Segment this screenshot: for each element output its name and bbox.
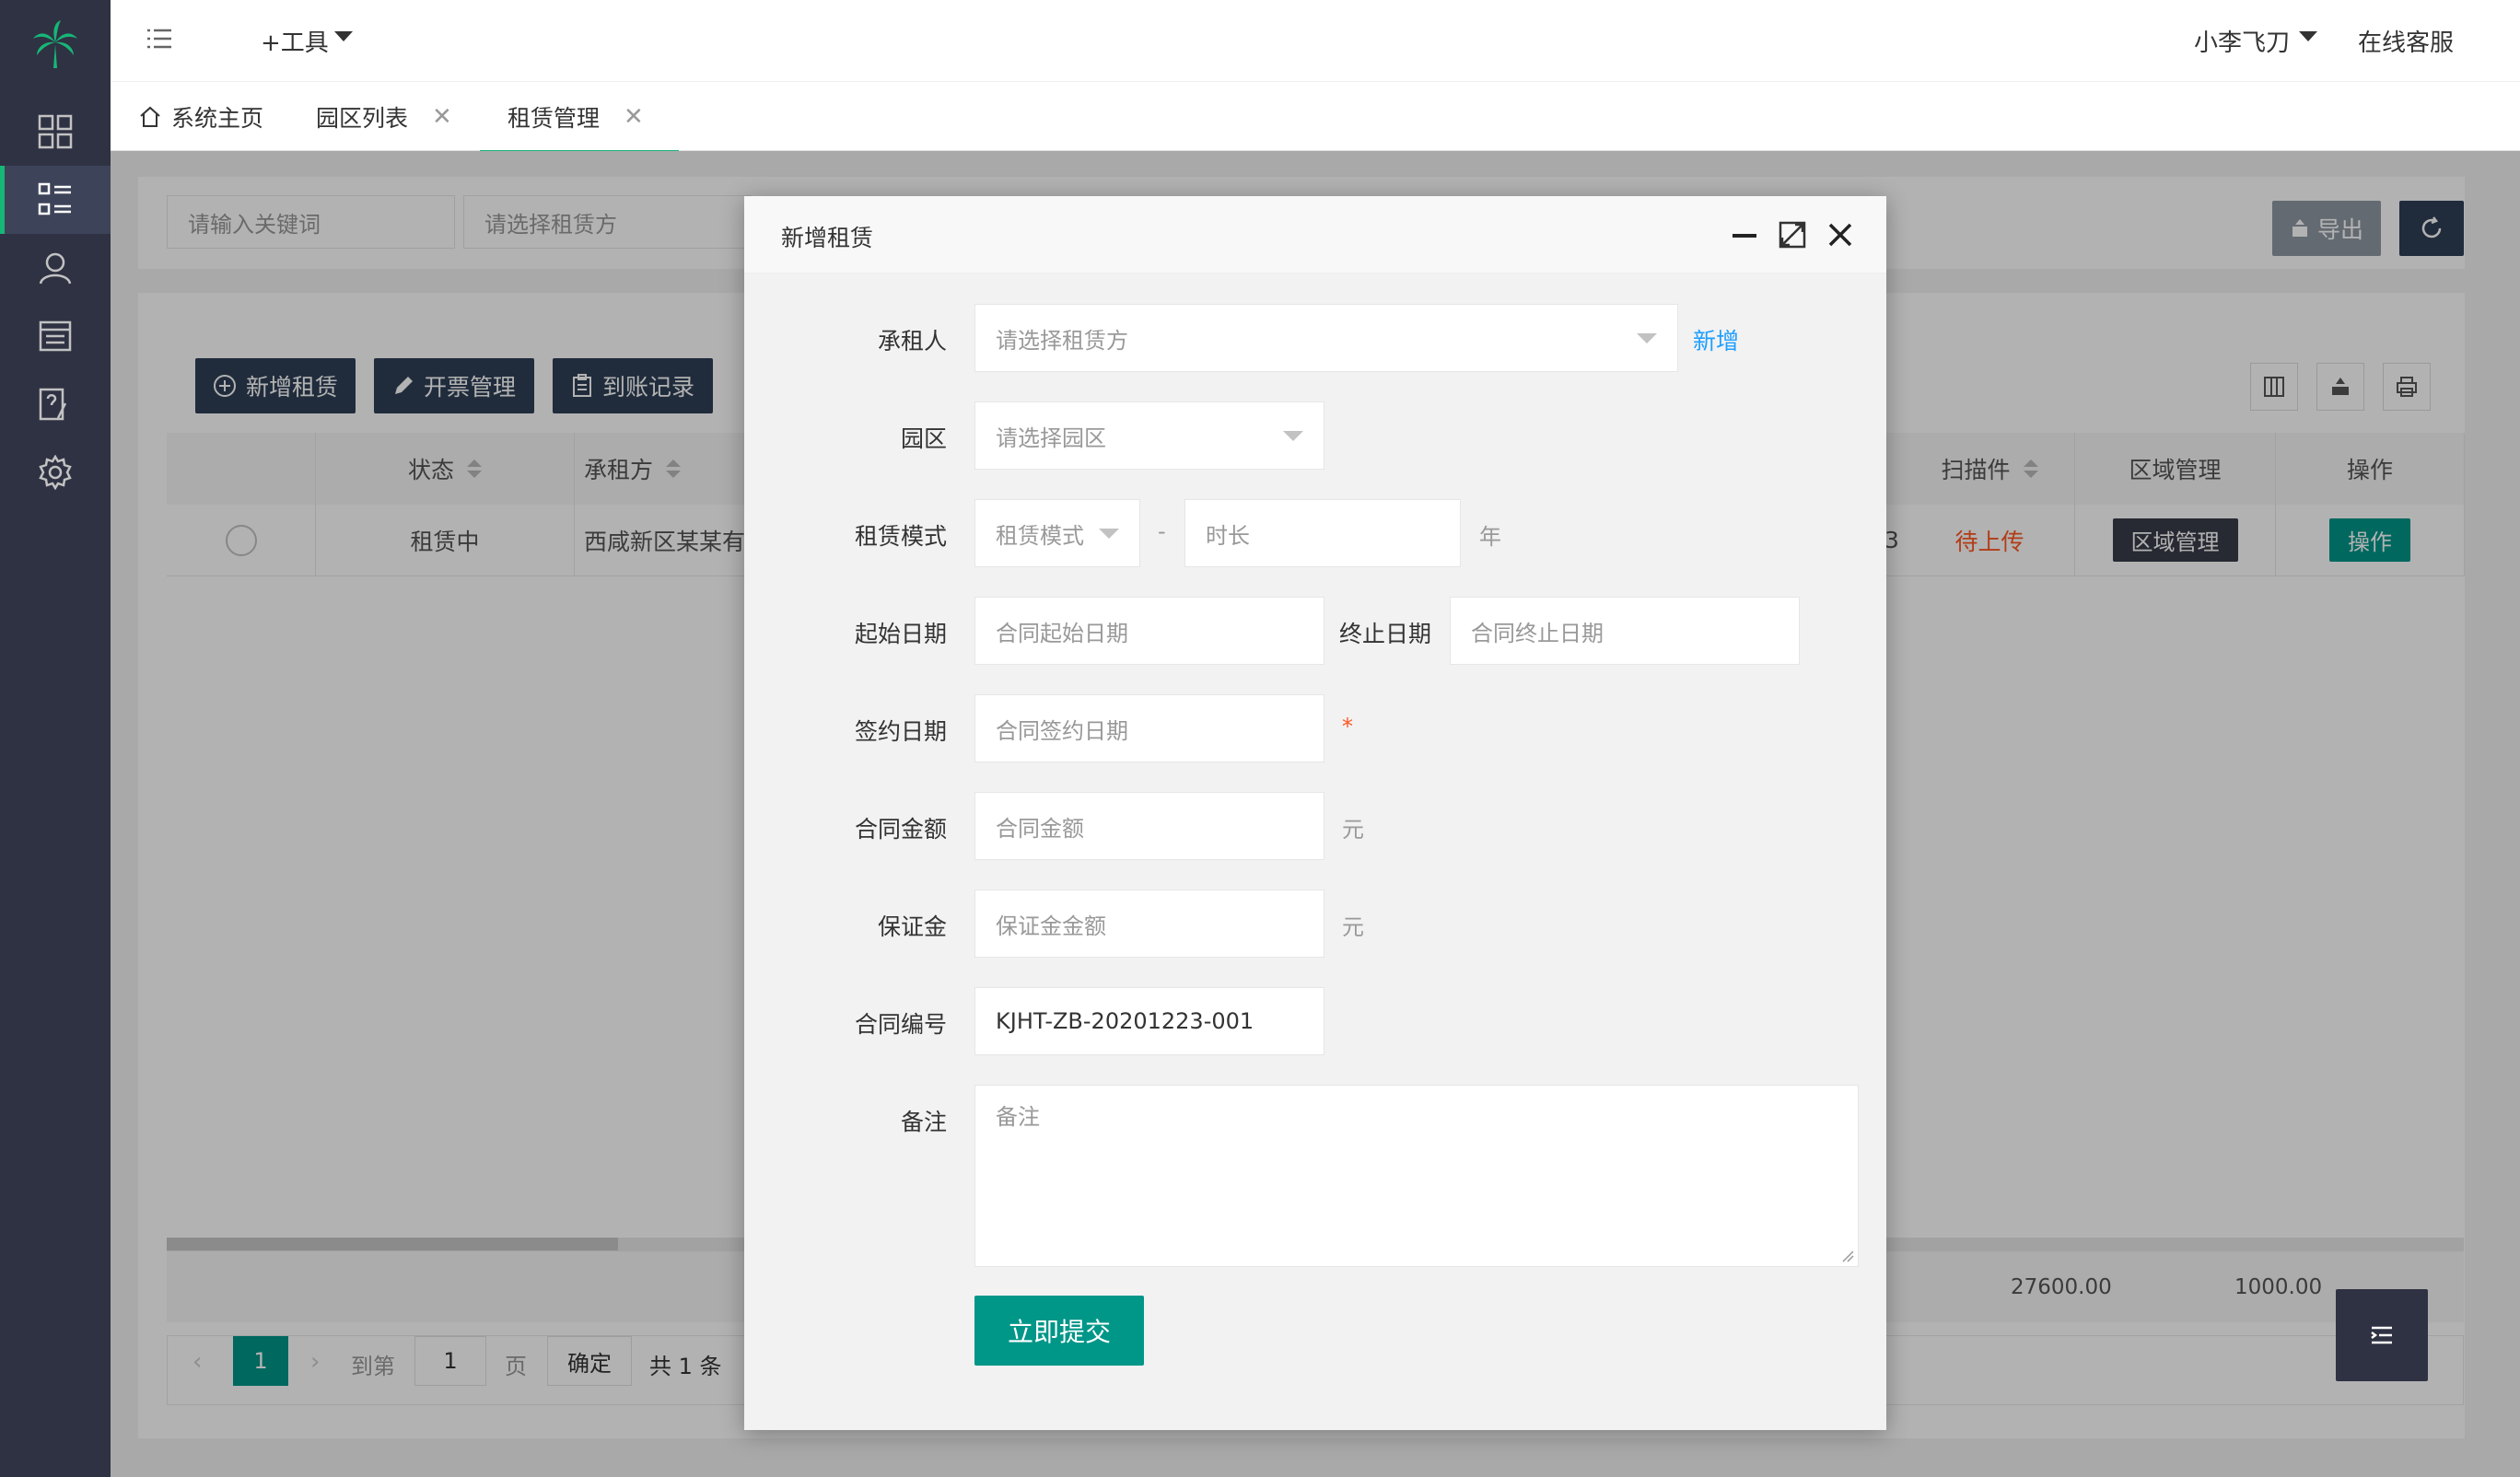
gear-icon[interactable] [0, 438, 111, 506]
dashboard-icon[interactable] [0, 98, 111, 166]
tab-lease-management[interactable]: 租赁管理 ✕ [480, 82, 679, 153]
duration-input[interactable]: 时长 [1184, 499, 1461, 567]
lease-mode-placeholder: 租赁模式 [996, 522, 1084, 549]
contract-number-input[interactable]: KJHT-ZB-20201223-001 [974, 987, 1324, 1055]
user-menu[interactable]: 小李飞刀 [2194, 24, 2318, 58]
remark-textarea[interactable]: 备注 [974, 1085, 1859, 1267]
park-placeholder: 请选择园区 [996, 424, 1106, 451]
tenant-placeholder: 请选择租赁方 [996, 327, 1128, 354]
palm-logo-icon[interactable] [28, 17, 83, 72]
online-service-link[interactable]: 在线客服 [2358, 24, 2454, 58]
chevron-down-icon [1637, 333, 1657, 343]
sign-date-input[interactable]: 合同签约日期 [974, 694, 1324, 762]
submit-button[interactable]: 立即提交 [974, 1296, 1144, 1366]
tools-menu[interactable]: +工具 [261, 24, 353, 58]
amount-unit: 元 [1342, 817, 1364, 843]
tab-label: 园区列表 [316, 105, 409, 132]
close-icon[interactable]: ✕ [432, 103, 452, 131]
chevron-down-icon [2299, 31, 2318, 41]
tab-label: 系统主页 [171, 105, 264, 132]
user-name: 小李飞刀 [2194, 29, 2291, 57]
start-date-label: 起始日期 [854, 621, 947, 647]
duration-unit: 年 [1479, 524, 1501, 550]
modal-header: 新增租赁 [744, 196, 1886, 273]
tab-label: 租赁管理 [508, 105, 601, 132]
remark-placeholder: 备注 [996, 1104, 1040, 1130]
minimize-icon[interactable] [1726, 216, 1763, 253]
help-edit-icon[interactable] [0, 370, 111, 438]
sidebar [0, 0, 111, 1477]
indent-icon [2371, 1326, 2392, 1344]
deposit-input[interactable]: 保证金金额 [974, 890, 1324, 958]
top-header: +工具 小李飞刀 在线客服 [111, 0, 2520, 81]
end-date-label: 终止日期 [1338, 621, 1431, 647]
resize-handle-icon[interactable] [1841, 1250, 1854, 1262]
calendar-icon[interactable] [0, 302, 111, 370]
user-icon[interactable] [0, 234, 111, 302]
sign-date-label: 签约日期 [854, 718, 947, 745]
mode-separator: - [1158, 518, 1166, 544]
amount-label: 合同金额 [854, 816, 947, 843]
menu-toggle-icon[interactable] [146, 26, 173, 57]
tenant-select[interactable]: 请选择租赁方 [974, 304, 1678, 372]
tenant-label: 承租人 [877, 328, 947, 355]
park-select[interactable]: 请选择园区 [974, 401, 1324, 470]
tools-label: +工具 [261, 29, 329, 57]
deposit-unit: 元 [1342, 914, 1364, 940]
list-menu-icon[interactable] [0, 166, 111, 234]
close-icon[interactable] [1822, 216, 1859, 253]
remark-label: 备注 [900, 1109, 947, 1135]
contract-number-label: 合同编号 [854, 1011, 947, 1038]
page-tabs: 系统主页 园区列表 ✕ 租赁管理 ✕ [111, 81, 2520, 153]
add-tenant-link[interactable]: 新增 [1693, 323, 1739, 356]
tab-home[interactable]: 系统主页 [138, 82, 263, 152]
home-icon [140, 106, 160, 127]
chevron-down-icon [1283, 431, 1303, 441]
float-menu-button[interactable] [2336, 1289, 2428, 1381]
maximize-icon[interactable] [1774, 216, 1811, 253]
end-date-input[interactable]: 合同终止日期 [1450, 597, 1800, 665]
close-icon[interactable]: ✕ [624, 103, 644, 131]
amount-input[interactable]: 合同金额 [974, 792, 1324, 860]
required-mark: * [1342, 714, 1353, 739]
chevron-down-icon [333, 31, 353, 41]
chevron-down-icon [1099, 529, 1119, 539]
lease-mode-select[interactable]: 租赁模式 [974, 499, 1140, 567]
park-label: 园区 [900, 425, 947, 452]
modal-title: 新增租赁 [781, 225, 874, 251]
tab-park-list[interactable]: 园区列表 ✕ [316, 82, 452, 152]
deposit-label: 保证金 [877, 913, 947, 940]
lease-mode-label: 租赁模式 [854, 523, 947, 550]
